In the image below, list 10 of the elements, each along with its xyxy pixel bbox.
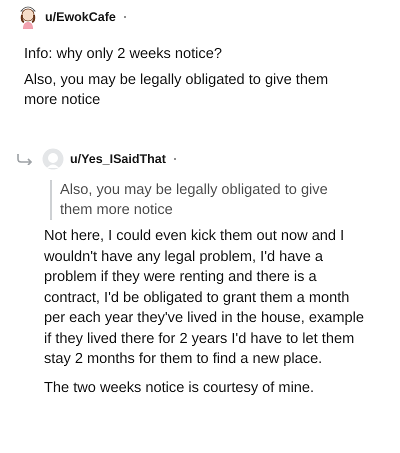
username-link[interactable]: u/EwokCafe — [45, 10, 116, 24]
comment-text: Info: why only 2 weeks notice? — [24, 45, 223, 64]
separator-dot — [124, 16, 126, 18]
separator-dot — [174, 158, 176, 160]
comment-text: Also, you may be legally obligated to give them more notice — [24, 71, 330, 110]
reply-arrow-icon — [16, 153, 34, 165]
comment-text: The two weeks notice is courtesy of mine. — [44, 378, 316, 398]
comment-text: Not here, I could even kick them out now and I wouldn't have any legal problem, I'd have a problem if they were renting and there is a contract, I'd be obligated to grant them a month per each year they've lived in the house, example if they lived there for 2 years I'd have to let them stay 2 months for them to find a new place. — [44, 227, 365, 369]
quoted-text: Also, you may be legally obligated to give them more notice — [50, 180, 360, 220]
username-link[interactable]: u/Yes_ISaidThat — [70, 152, 166, 166]
